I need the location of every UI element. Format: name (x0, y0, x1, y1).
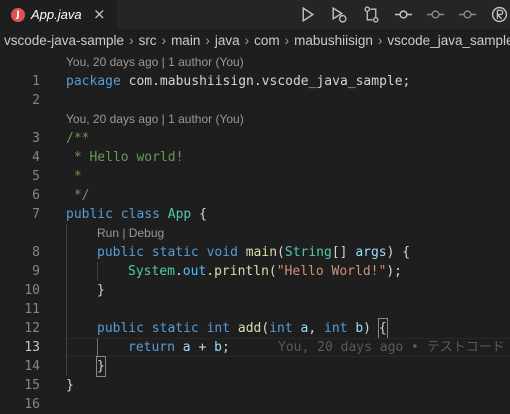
line-number: 7 (32, 207, 40, 222)
line-number: 13 (24, 340, 40, 355)
code-text: } (97, 283, 105, 298)
codelens-blame[interactable]: You, 20 days ago | 1 author (You) (66, 53, 244, 72)
chevron-right-icon: › (284, 33, 290, 48)
matched-bracket: } (96, 356, 106, 377)
next-change-icon[interactable] (459, 6, 476, 23)
line-number: 8 (32, 245, 40, 260)
codelens-row: You, 20 days ago | 1 author (You) (0, 110, 510, 129)
tab-app-java[interactable]: J App.java × (0, 0, 117, 29)
toggle-blame-icon[interactable] (491, 6, 508, 23)
indent-guide (66, 357, 67, 376)
indent-guide (66, 319, 67, 338)
code-text: package com.mabushiisign.vscode_java_sam… (66, 74, 411, 89)
breadcrumb-item[interactable]: java (215, 33, 240, 48)
line-number: 3 (32, 131, 40, 146)
breadcrumb-item[interactable]: main (171, 33, 200, 48)
code-text: public static void main(String[] args) { (97, 245, 411, 260)
line-number: 15 (24, 378, 40, 393)
breadcrumb: vscode-java-sample › src › main › java › com › mab… (0, 29, 510, 53)
java-file-icon: J (11, 8, 25, 22)
chevron-right-icon: › (205, 33, 210, 48)
breadcrumb-item[interactable]: vscode_java_sample (387, 33, 510, 48)
line-number: 14 (24, 359, 40, 374)
previous-change-icon[interactable] (427, 6, 444, 23)
code-text: /** (66, 131, 90, 146)
chevron-right-icon: › (161, 33, 167, 48)
code-line: 6 */ (0, 186, 510, 205)
breadcrumb-item[interactable]: mabushiisign (294, 33, 373, 48)
debug-run-icon[interactable] (330, 6, 347, 23)
chevron-right-icon: › (377, 33, 383, 48)
code-text: System.out.println("Hello World!"); (128, 264, 402, 279)
code-line-current: 13 return a + b; You, 20 days ago • テストコ… (0, 338, 510, 357)
indent-guide (66, 300, 67, 319)
code-line: 10 } (0, 281, 510, 300)
codelens-blame[interactable]: You, 20 days ago | 1 author (You) (66, 110, 244, 129)
breadcrumb-item[interactable]: com (254, 33, 280, 48)
code-text: return a + b; (128, 340, 230, 355)
code-text: public static int add(int a, int b) { (97, 318, 388, 339)
line-number: 1 (32, 74, 40, 89)
line-number: 6 (32, 188, 40, 203)
line-number: 10 (24, 283, 40, 298)
line-number: 11 (24, 302, 40, 317)
code-line: 12 public static int add(int a, int b) { (0, 318, 510, 339)
code-text: */ (66, 188, 90, 203)
code-line: 7 public class App { (0, 205, 510, 224)
indent-guide (66, 262, 67, 281)
indent-guide (66, 338, 67, 357)
codelens-run-debug[interactable]: Run | Debug (97, 224, 164, 243)
line-number: 16 (24, 397, 40, 412)
indent-guide (66, 224, 67, 243)
line-number: 9 (32, 264, 40, 279)
code-line: 3 /** (0, 129, 510, 148)
run-icon[interactable] (299, 6, 316, 23)
code-line: 16 (0, 395, 510, 414)
code-editor[interactable]: You, 20 days ago | 1 author (You) 1 pack… (0, 53, 510, 412)
compare-changes-icon[interactable] (363, 6, 380, 23)
code-line: 5 * (0, 167, 510, 186)
matched-bracket: { (377, 318, 388, 339)
code-text: } (66, 378, 74, 393)
codelens-row: Run | Debug (0, 224, 510, 243)
editor-tab-bar: J App.java × (0, 0, 510, 29)
indent-guide (97, 338, 98, 357)
indent-guide (66, 243, 67, 262)
line-number: 12 (24, 321, 40, 336)
code-line: 8 public static void main(String[] args)… (0, 243, 510, 262)
line-number: 5 (32, 169, 40, 184)
line-number: 4 (32, 150, 40, 165)
code-text: * (66, 169, 82, 184)
indent-guide (66, 281, 67, 300)
close-tab-icon[interactable]: × (93, 5, 106, 23)
code-text: } (96, 356, 106, 377)
code-line: 2 (0, 91, 510, 110)
git-commit-icon[interactable] (395, 6, 412, 23)
indent-guide (97, 262, 98, 281)
code-line: 9 System.out.println("Hello World!"); (0, 262, 510, 281)
chevron-right-icon: › (244, 33, 250, 48)
codelens-row: You, 20 days ago | 1 author (You) (0, 53, 510, 72)
code-line: 14 } (0, 356, 510, 377)
line-number: 2 (32, 93, 40, 108)
code-line: 1 package com.mabushiisign.vscode_java_s… (0, 72, 510, 91)
code-text: * Hello world! (66, 150, 184, 165)
chevron-right-icon: › (129, 33, 134, 48)
breadcrumb-item[interactable]: vscode-java-sample (0, 33, 124, 48)
code-line: 15 } (0, 376, 510, 395)
tab-label: App.java (31, 7, 82, 22)
breadcrumb-item[interactable]: src (139, 33, 157, 48)
inline-blame-annotation: You, 20 days ago • テストコード (278, 340, 505, 355)
code-line: 11 (0, 300, 510, 319)
code-line: 4 * Hello world! (0, 148, 510, 167)
code-text: public class App { (66, 207, 207, 222)
